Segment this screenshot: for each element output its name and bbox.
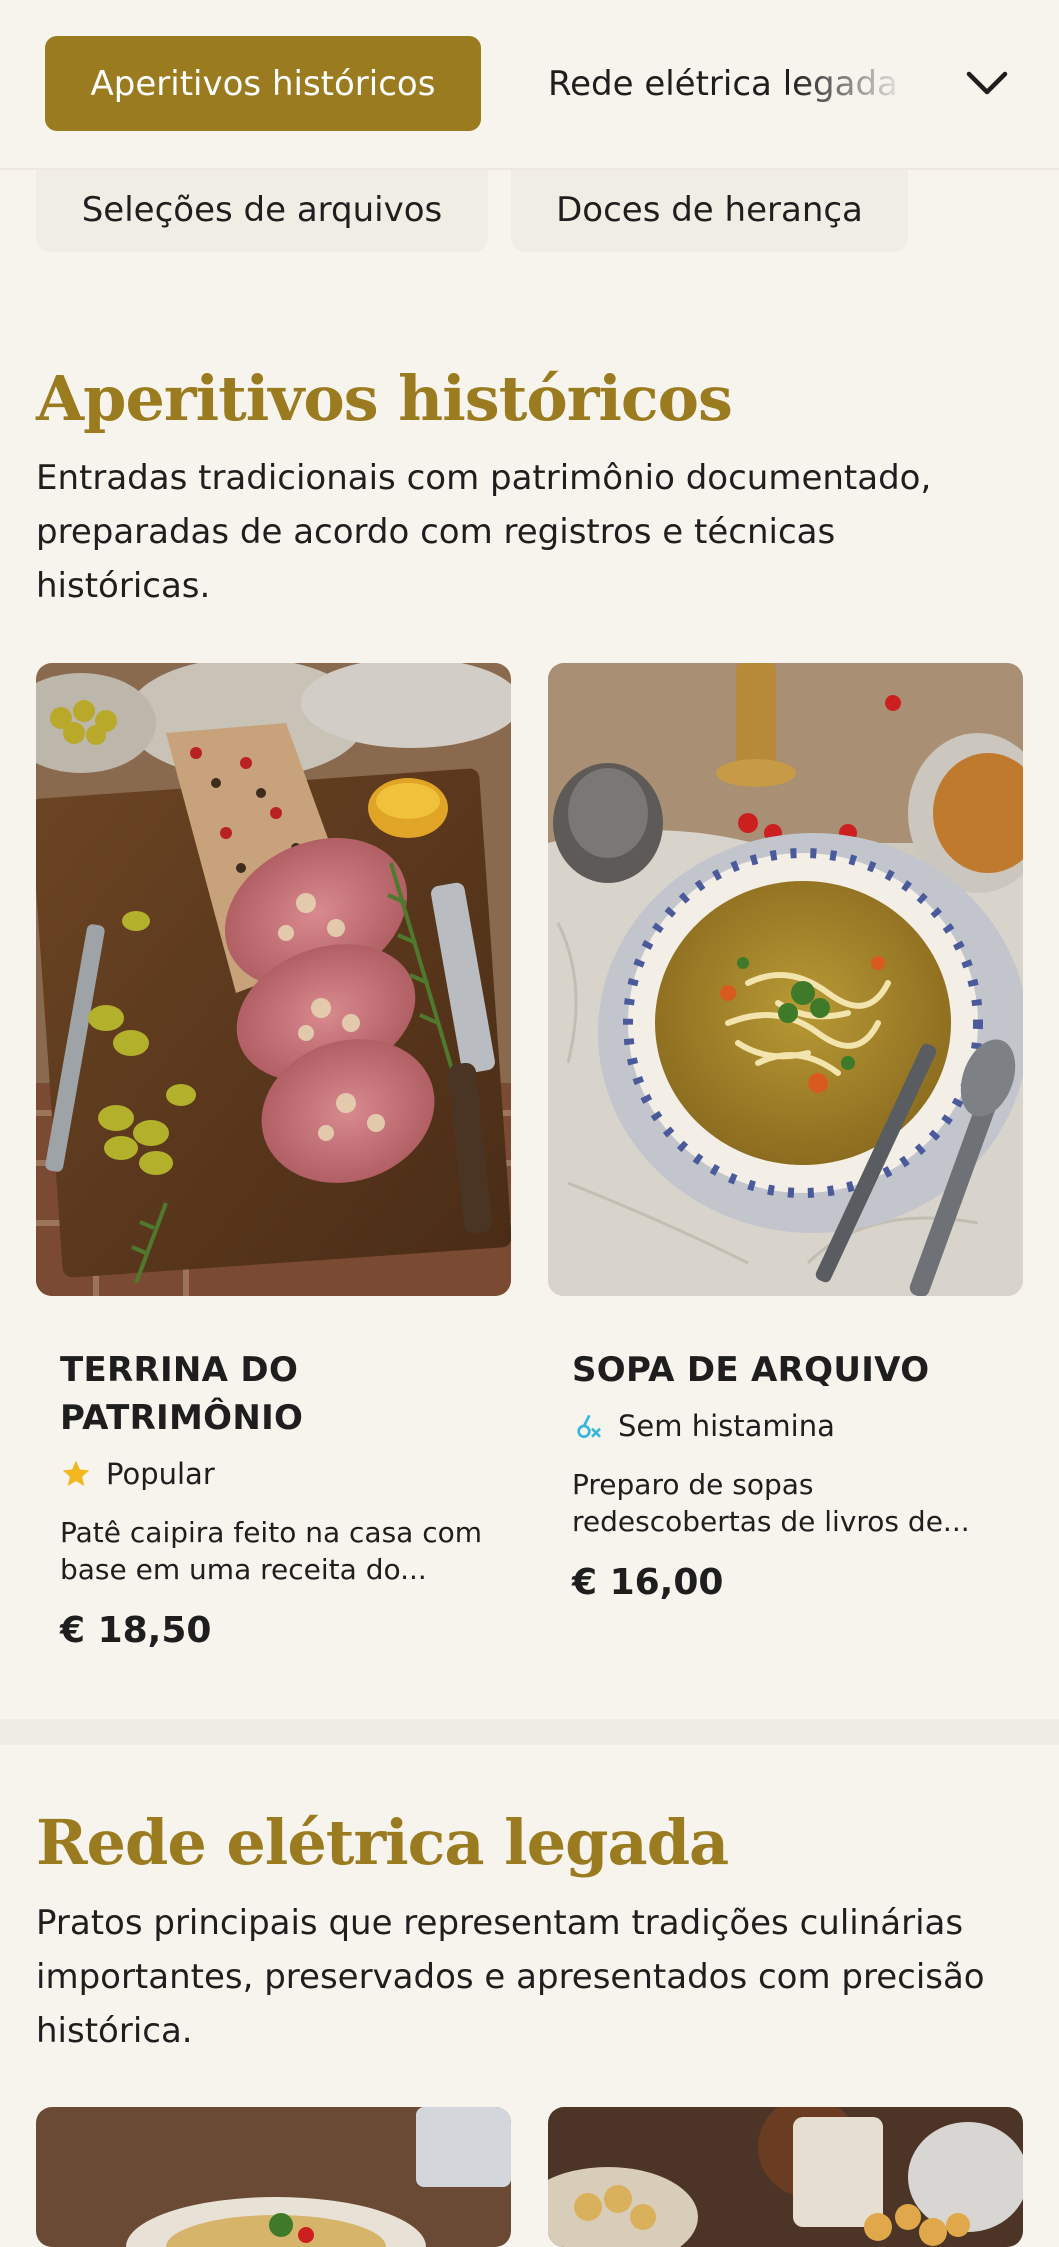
terrine-dish-image[interactable]: [36, 663, 511, 1296]
category-tab-selecoes-de-arquivos[interactable]: Seleções de arquivos: [36, 168, 488, 252]
category-nav: Aperitivos históricos Rede elétrica lega…: [0, 0, 1059, 170]
item-price: € 18,50: [60, 1610, 212, 1651]
badge-label: Sem histamina: [618, 1409, 835, 1443]
category-tab-aperitivos-historicos[interactable]: Aperitivos históricos: [45, 36, 481, 131]
main-dish-image[interactable]: [548, 2107, 1023, 2247]
menu-item-card[interactable]: SOPA DE ARQUIVO Sem histamina Preparo de…: [572, 1346, 1012, 1603]
section-divider: [0, 1719, 1059, 1745]
item-name: TERRINA DO PATRIMÔNIO: [60, 1350, 304, 1438]
item-price: € 16,00: [572, 1562, 724, 1603]
main-dish-image[interactable]: [36, 2107, 511, 2247]
popular-badge: Popular: [60, 1452, 500, 1496]
section-title: Rede elétrica legada: [36, 1806, 729, 1879]
category-dropdown-list: Seleções de arquivos Doces de herança: [0, 168, 1059, 252]
histamine-free-icon: [572, 1410, 604, 1442]
histamine-free-badge: Sem histamina: [572, 1404, 1012, 1448]
star-icon: [60, 1458, 92, 1490]
section-description: Entradas tradicionais com patrimônio doc…: [36, 458, 932, 606]
menu-item-card[interactable]: TERRINA DO PATRIMÔNIO Popular Patê caipi…: [60, 1346, 500, 1651]
section-title: Aperitivos históricos: [36, 362, 733, 435]
badge-label: Popular: [106, 1457, 215, 1491]
item-name: SOPA DE ARQUIVO: [572, 1350, 930, 1390]
category-tab-doces-de-heranca[interactable]: Doces de herança: [511, 168, 908, 252]
category-tab-rede-eletrica-legada[interactable]: Rede elétrica legada: [548, 36, 908, 131]
item-description: Patê caipira feito na casa com base em u…: [60, 1516, 483, 1586]
soup-dish-image[interactable]: [548, 663, 1023, 1296]
section-description: Pratos principais que representam tradiç…: [36, 1903, 985, 2051]
chevron-down-icon[interactable]: [955, 58, 1019, 110]
item-description: Preparo de sopas redescobertas de livros…: [572, 1468, 970, 1538]
